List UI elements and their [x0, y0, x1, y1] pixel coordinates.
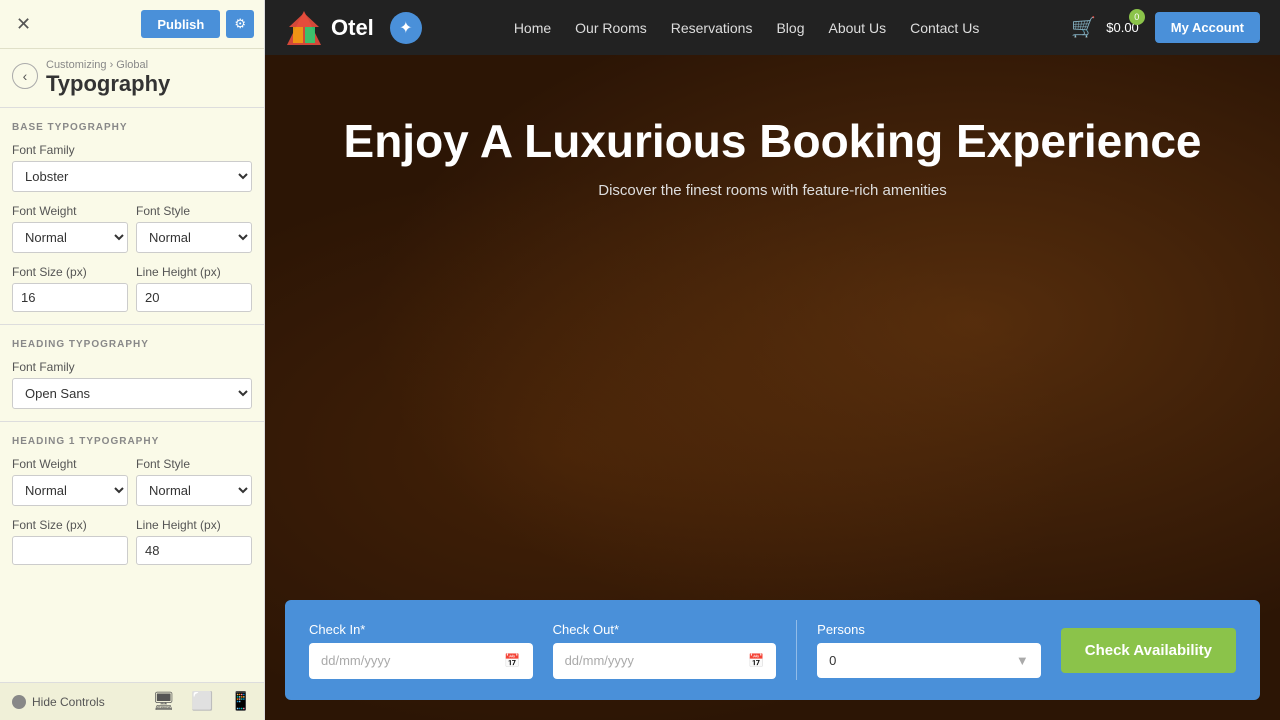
hero-content: Enjoy A Luxurious Booking Experience Dis… — [265, 55, 1280, 199]
divider-3 — [0, 421, 264, 422]
check-availability-button[interactable]: Check Availability — [1061, 628, 1236, 673]
base-font-style-select[interactable]: Normal Italic Oblique — [136, 222, 252, 253]
tablet-device-icon[interactable]: ⬜ — [191, 691, 213, 712]
panel-bottom-bar: Hide Controls 🖥 ⬜ 📱 — [0, 682, 264, 720]
base-font-family-select[interactable]: Lobster Open Sans Arial Roboto — [12, 161, 252, 192]
checkout-field: Check Out* dd/mm/yyyy 📅 — [553, 622, 777, 679]
h1-font-weight-select[interactable]: Normal Bold 400 700 — [12, 475, 128, 506]
heading-font-family-select[interactable]: Open Sans Lobster Arial Roboto — [12, 378, 252, 409]
nav-link-contact-us[interactable]: Contact Us — [910, 20, 979, 36]
hide-controls-toggle[interactable]: Hide Controls — [12, 695, 105, 709]
back-button[interactable]: ‹ — [12, 63, 38, 89]
h1-font-size-label: Font Size (px) — [12, 518, 128, 532]
h1-font-style-label: Font Style — [136, 457, 252, 471]
base-font-weight-group: Font Weight Normal Bold 400 700 — [12, 204, 128, 253]
logo-area: Otel ✦ — [285, 9, 422, 47]
h1-line-height-group: Line Height (px) 48 — [136, 518, 252, 595]
calendar-icon: 📅 — [504, 653, 520, 669]
divider — [0, 107, 264, 108]
breadcrumb: Customizing › Global Typography — [46, 59, 170, 97]
booking-separator — [796, 620, 797, 680]
settings-button[interactable]: ⚙ — [226, 10, 254, 38]
publish-area: Publish ⚙ — [141, 10, 254, 38]
h1-font-weight-label: Font Weight — [12, 457, 128, 471]
close-button[interactable]: ✕ — [10, 12, 37, 37]
checkin-input[interactable]: dd/mm/yyyy 📅 — [309, 643, 533, 679]
h1-line-height-label: Line Height (px) — [136, 518, 252, 532]
base-font-style-label: Font Style — [136, 204, 252, 218]
base-typography-label: BASE TYPOGRAPHY — [0, 112, 264, 139]
hero-section: Enjoy A Luxurious Booking Experience Dis… — [265, 55, 1280, 720]
cart-badge: 0 — [1129, 9, 1145, 25]
persons-label: Persons — [817, 622, 1041, 637]
site-preview: Otel ✦ Home Our Rooms Reservations Blog … — [265, 0, 1280, 720]
h1-line-height-input[interactable]: 48 — [136, 536, 252, 565]
panel-topbar: ✕ Publish ⚙ — [0, 0, 264, 49]
breadcrumb-title: Typography — [46, 71, 170, 97]
publish-button[interactable]: Publish — [141, 10, 220, 38]
nav-link-our-rooms[interactable]: Our Rooms — [575, 20, 647, 36]
h1-font-style-group: Font Style Normal Italic Oblique — [136, 457, 252, 506]
base-font-family-group: Font Family Lobster Open Sans Arial Robo… — [0, 139, 264, 200]
divider-2 — [0, 324, 264, 325]
breadcrumb-area: ‹ Customizing › Global Typography — [0, 49, 264, 103]
nav-link-blog[interactable]: Blog — [776, 20, 804, 36]
nav-right-area: 🛒 0 $0.00 My Account — [1071, 12, 1260, 43]
hide-controls-dot — [12, 695, 26, 709]
booking-bar: Check In* dd/mm/yyyy 📅 Check Out* dd/mm/… — [285, 600, 1260, 700]
persons-value: 0 — [829, 653, 836, 668]
h1-size-height-row: Font Size (px) Line Height (px) 48 — [0, 514, 264, 603]
heading-font-family-group: Font Family Open Sans Lobster Arial Robo… — [0, 356, 264, 417]
cart-icon: 🛒 — [1071, 15, 1096, 40]
base-line-height-group: Line Height (px) 20 — [136, 265, 252, 312]
checkin-label: Check In* — [309, 622, 533, 637]
base-line-height-input[interactable]: 20 — [136, 283, 252, 312]
customizer-panel: ✕ Publish ⚙ ‹ Customizing › Global Typog… — [0, 0, 265, 720]
base-font-weight-select[interactable]: Normal Bold 400 700 — [12, 222, 128, 253]
nav-link-about-us[interactable]: About Us — [828, 20, 886, 36]
my-account-button[interactable]: My Account — [1155, 12, 1260, 43]
device-switcher: 🖥 ⬜ 📱 — [152, 691, 252, 712]
base-line-height-label: Line Height (px) — [136, 265, 252, 279]
checkout-input[interactable]: dd/mm/yyyy 📅 — [553, 643, 777, 679]
nav-link-home[interactable]: Home — [514, 20, 551, 36]
checkin-field: Check In* dd/mm/yyyy 📅 — [309, 622, 533, 679]
cart-area[interactable]: 🛒 0 $0.00 — [1071, 15, 1138, 40]
persons-field: Persons 0 ▼ — [817, 622, 1041, 678]
site-logo-text: Otel — [331, 15, 374, 41]
h1-font-weight-group: Font Weight Normal Bold 400 700 — [12, 457, 128, 506]
mobile-device-icon[interactable]: 📱 — [230, 691, 252, 712]
h1-font-size-input[interactable] — [12, 536, 128, 565]
breadcrumb-path: Customizing › Global — [46, 59, 170, 71]
base-font-size-group: Font Size (px) 16 — [12, 265, 128, 312]
checkout-label: Check Out* — [553, 622, 777, 637]
h1-weight-style-row: Font Weight Normal Bold 400 700 Font Sty… — [0, 453, 264, 514]
dropdown-chevron-icon: ▼ — [1016, 653, 1029, 668]
nav-link-reservations[interactable]: Reservations — [671, 20, 753, 36]
checkin-placeholder: dd/mm/yyyy — [321, 653, 390, 668]
base-font-style-group: Font Style Normal Italic Oblique — [136, 204, 252, 253]
heading-font-family-label: Font Family — [12, 360, 252, 374]
base-font-weight-label: Font Weight — [12, 204, 128, 218]
base-size-height-row: Font Size (px) 16 Line Height (px) 20 — [0, 261, 264, 320]
compass-icon[interactable]: ✦ — [390, 12, 422, 44]
base-font-size-label: Font Size (px) — [12, 265, 128, 279]
base-weight-style-row: Font Weight Normal Bold 400 700 Font Sty… — [0, 200, 264, 261]
site-navigation: Otel ✦ Home Our Rooms Reservations Blog … — [265, 0, 1280, 55]
logo-icon — [285, 9, 323, 47]
h1-font-size-group: Font Size (px) — [12, 518, 128, 595]
h1-font-style-select[interactable]: Normal Italic Oblique — [136, 475, 252, 506]
base-font-family-label: Font Family — [12, 143, 252, 157]
hide-controls-label: Hide Controls — [32, 695, 105, 709]
heading1-typography-label: HEADING 1 TYPOGRAPHY — [0, 426, 264, 453]
heading-typography-label: HEADING TYPOGRAPHY — [0, 329, 264, 356]
calendar-icon-2: 📅 — [748, 653, 764, 669]
desktop-device-icon[interactable]: 🖥 — [152, 691, 175, 712]
checkout-placeholder: dd/mm/yyyy — [565, 653, 634, 668]
hero-title: Enjoy A Luxurious Booking Experience — [344, 115, 1202, 168]
base-font-size-input[interactable]: 16 — [12, 283, 128, 312]
hero-subtitle: Discover the finest rooms with feature-r… — [598, 182, 946, 199]
persons-select[interactable]: 0 ▼ — [817, 643, 1041, 678]
nav-links-group: Home Our Rooms Reservations Blog About U… — [514, 20, 980, 36]
